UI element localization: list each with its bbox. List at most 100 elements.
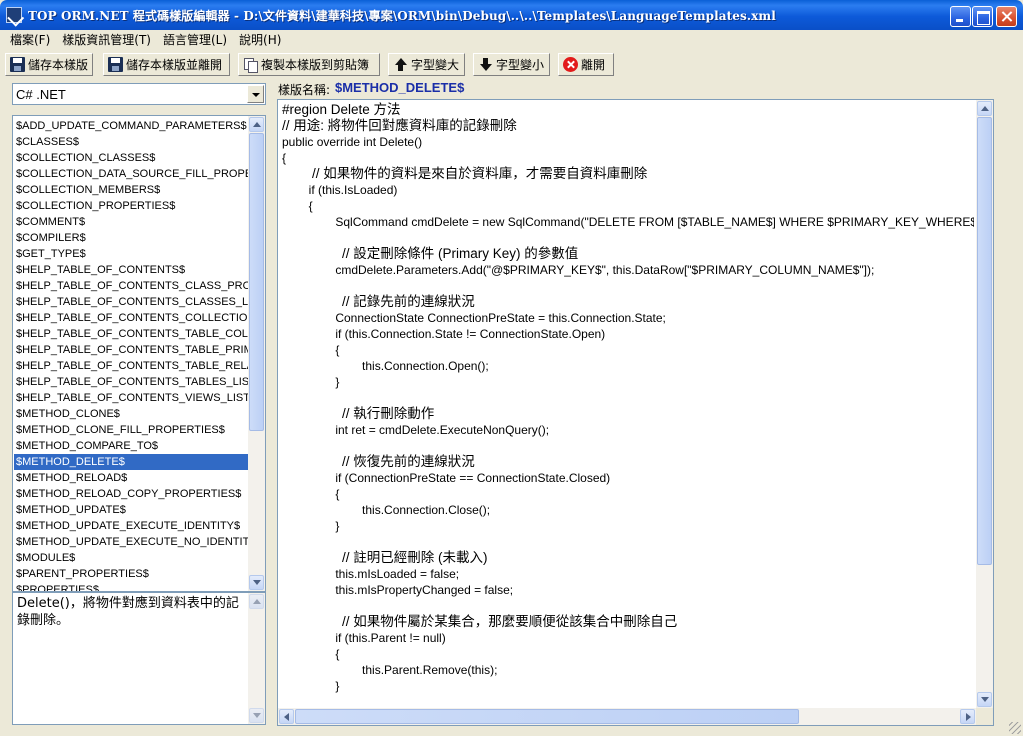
template-list-scrollbar[interactable]: [248, 116, 265, 591]
save-and-exit-button[interactable]: 儲存本樣版並離開: [103, 53, 230, 76]
template-list-item[interactable]: $MODULE$: [14, 550, 250, 566]
scroll-down-icon[interactable]: [977, 692, 992, 707]
code-vertical-scrollbar[interactable]: [976, 100, 993, 708]
code-line: #region Delete 方法: [282, 102, 401, 117]
code-line: // 恢復先前的連線狀況: [282, 454, 475, 469]
template-list-item[interactable]: $GET_TYPE$: [14, 246, 250, 262]
save-disk-icon: [108, 57, 123, 72]
template-list-item[interactable]: $PARENT_PROPERTIES$: [14, 566, 250, 582]
description-scrollbar[interactable]: [248, 593, 265, 724]
template-list-item[interactable]: $METHOD_RELOAD$: [14, 470, 250, 486]
template-list-item[interactable]: $METHOD_UPDATE_EXECUTE_IDENTITY$: [14, 518, 250, 534]
code-text: #region Delete 方法// 用途: 將物件回對應資料庫的記錄刪除 pu…: [282, 102, 974, 705]
template-list-item[interactable]: $HELP_TABLE_OF_CONTENTS_TABLES_LIST$: [14, 374, 250, 390]
maximize-button[interactable]: [972, 6, 993, 27]
copy-to-clipboard-button[interactable]: 複製本樣版到剪貼簿: [238, 53, 380, 76]
code-line: public override int Delete(): [282, 135, 423, 149]
template-list-item[interactable]: $METHOD_UPDATE_EXECUTE_NO_IDENTITY$: [14, 534, 250, 550]
code-editor[interactable]: #region Delete 方法// 用途: 將物件回對應資料庫的記錄刪除 pu…: [277, 99, 994, 726]
code-line: if (this.Connection.State != ConnectionS…: [282, 327, 606, 341]
menu-file[interactable]: 檔案(F): [4, 31, 56, 49]
template-list-item[interactable]: $COLLECTION_PROPERTIES$: [14, 198, 250, 214]
code-line: }: [282, 679, 340, 693]
resize-grip[interactable]: [1009, 722, 1021, 734]
template-list-item[interactable]: $COLLECTION_MEMBERS$: [14, 182, 250, 198]
exit-button[interactable]: 離開: [558, 53, 614, 76]
exit-label: 離開: [581, 58, 606, 72]
font-smaller-label: 字型變小: [496, 58, 545, 72]
scroll-thumb[interactable]: [977, 117, 992, 565]
code-line: this.mIsLoaded = false;: [282, 567, 460, 581]
template-list-item[interactable]: $ADD_UPDATE_COMMAND_PARAMETERS$: [14, 118, 250, 134]
code-line: // 設定刪除條件 (Primary Key) 的參數值: [282, 246, 579, 261]
template-list-item[interactable]: $METHOD_RELOAD_COPY_PROPERTIES$: [14, 486, 250, 502]
template-list-item[interactable]: $METHOD_COMPARE_TO$: [14, 438, 250, 454]
template-list-item[interactable]: $METHOD_DELETE$: [14, 454, 250, 470]
scroll-up-icon[interactable]: [977, 101, 992, 116]
scroll-up-icon[interactable]: [249, 117, 264, 132]
scroll-left-icon[interactable]: [279, 709, 294, 724]
template-list-item[interactable]: $HELP_TABLE_OF_CONTENTS_CLASS_PROPERTIES…: [14, 278, 250, 294]
scroll-corner: [976, 708, 993, 725]
template-list-item[interactable]: $HELP_TABLE_OF_CONTENTS_TABLE_RELATIONS$: [14, 358, 250, 374]
close-button[interactable]: [996, 6, 1017, 27]
code-line: ConnectionState ConnectionPreState = thi…: [282, 311, 666, 325]
code-line: if (this.IsLoaded): [282, 183, 398, 197]
template-list-item[interactable]: $METHOD_CLONE$: [14, 406, 250, 422]
font-bigger-button[interactable]: 字型變大: [388, 53, 465, 76]
code-line: }: [282, 375, 340, 389]
menu-language[interactable]: 語言管理(L): [157, 31, 233, 49]
scroll-thumb[interactable]: [249, 133, 264, 431]
template-list[interactable]: $ADD_UPDATE_COMMAND_PARAMETERS$ $CLASSES$…: [12, 115, 266, 592]
template-list-item[interactable]: $PROPERTIES$: [14, 582, 250, 591]
code-line: {: [282, 343, 340, 357]
title-bar[interactable]: TOP ORM.NET 程式碼樣版編輯器 - D:\文件資料\建華科技\專案\O…: [0, 0, 1023, 30]
code-line: {: [282, 647, 340, 661]
scroll-right-icon[interactable]: [960, 709, 975, 724]
template-list-item[interactable]: $COLLECTION_DATA_SOURCE_FILL_PROPERTIES$: [14, 166, 250, 182]
copy-icon: [243, 57, 258, 73]
save-disk-icon: [10, 57, 25, 72]
template-list-item[interactable]: $HELP_TABLE_OF_CONTENTS_COLLECTION: [14, 310, 250, 326]
template-list-item[interactable]: $CLASSES$: [14, 134, 250, 150]
description-box[interactable]: Delete()，將物件對應到資料表中的記錄刪除。: [12, 592, 266, 725]
template-name-label: 樣版名稱:: [278, 83, 331, 97]
template-list-item[interactable]: $HELP_TABLE_OF_CONTENTS_TABLE_PRIMARY$: [14, 342, 250, 358]
code-horizontal-scrollbar[interactable]: [278, 708, 976, 725]
font-bigger-label: 字型變大: [411, 58, 460, 72]
scroll-thumb[interactable]: [295, 709, 799, 724]
scroll-down-icon[interactable]: [249, 575, 264, 590]
window-title: TOP ORM.NET 程式碼樣版編輯器 - D:\文件資料\建華科技\專案\O…: [28, 9, 776, 23]
chevron-down-icon[interactable]: [247, 85, 264, 103]
save-template-label: 儲存本樣版: [28, 58, 89, 72]
code-line: {: [282, 151, 287, 165]
scroll-up-icon[interactable]: [249, 594, 264, 609]
template-list-item[interactable]: $COLLECTION_CLASSES$: [14, 150, 250, 166]
template-list-item[interactable]: $METHOD_UPDATE$: [14, 502, 250, 518]
code-line: // 執行刪除動作: [282, 406, 435, 421]
template-list-item[interactable]: $HELP_TABLE_OF_CONTENTS_VIEWS_LIST$: [14, 390, 250, 406]
code-line: // 如果物件的資料是來自於資料庫，才需要自資料庫刪除: [282, 166, 648, 181]
template-list-item[interactable]: $HELP_TABLE_OF_CONTENTS_TABLE_COLUMNS$: [14, 326, 250, 342]
menu-help[interactable]: 說明(H): [233, 31, 287, 49]
template-list-item[interactable]: $HELP_TABLE_OF_CONTENTS_CLASSES_LIST$: [14, 294, 250, 310]
code-line: this.Connection.Close();: [282, 503, 491, 517]
app-icon[interactable]: [6, 7, 22, 23]
code-line: SqlCommand cmdDelete = new SqlCommand("D…: [335, 215, 974, 229]
template-list-item[interactable]: $COMPILER$: [14, 230, 250, 246]
font-smaller-button[interactable]: 字型變小: [473, 53, 550, 76]
menu-template-info[interactable]: 樣版資訊管理(T): [56, 31, 157, 49]
template-list-item[interactable]: $HELP_TABLE_OF_CONTENTS$: [14, 262, 250, 278]
language-select[interactable]: C# .NET: [12, 83, 266, 105]
code-line: this.Connection.Open();: [282, 359, 489, 373]
scroll-down-icon[interactable]: [249, 708, 264, 723]
template-list-item[interactable]: $METHOD_CLONE_FILL_PROPERTIES$: [14, 422, 250, 438]
template-list-item[interactable]: $COMMENT$: [14, 214, 250, 230]
minimize-button[interactable]: [950, 6, 971, 27]
language-select-value: C# .NET: [16, 87, 66, 102]
save-template-button[interactable]: 儲存本樣版: [5, 53, 93, 76]
